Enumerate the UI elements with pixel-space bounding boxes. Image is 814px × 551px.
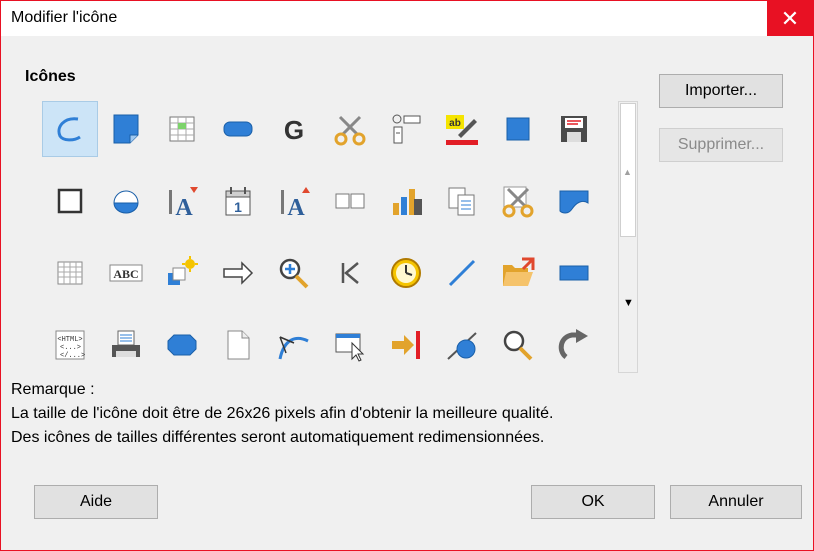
icon-grid-scrollbar[interactable]: ▲ ▼ bbox=[618, 101, 638, 373]
bezier-curve-icon[interactable] bbox=[266, 317, 322, 373]
bold-g-icon[interactable]: G bbox=[266, 101, 322, 157]
page-corner-icon[interactable] bbox=[98, 101, 154, 157]
right-arrow-icon[interactable] bbox=[210, 245, 266, 301]
two-pages-icon[interactable] bbox=[322, 173, 378, 229]
bar-chart-icon[interactable] bbox=[378, 173, 434, 229]
svg-text:A: A bbox=[175, 195, 193, 219]
blank-page-icon[interactable] bbox=[210, 317, 266, 373]
remark-line-2: Des icônes de tailles différentes seront… bbox=[11, 429, 545, 446]
window-title: Modifier l'icône bbox=[11, 9, 118, 26]
open-folder-icon[interactable] bbox=[490, 245, 546, 301]
svg-text:ab: ab bbox=[449, 118, 461, 129]
svg-text:ABC: ABC bbox=[113, 267, 138, 281]
html-source-icon[interactable]: <HTML> <...> </...> bbox=[42, 317, 98, 373]
printer-icon[interactable] bbox=[98, 317, 154, 373]
icon-grid: G ab A 1 A ABC <HTML> <...> </...> bbox=[42, 101, 602, 373]
ok-button[interactable]: OK bbox=[531, 485, 655, 519]
scissors-icon[interactable] bbox=[322, 101, 378, 157]
fontwork-a-down-icon[interactable]: A bbox=[154, 173, 210, 229]
rounded-rect-icon[interactable] bbox=[210, 101, 266, 157]
svg-text:1: 1 bbox=[234, 199, 242, 215]
abc-spellcheck-icon[interactable]: ABC bbox=[98, 245, 154, 301]
icons-section-label: Icônes bbox=[25, 68, 76, 85]
svg-text:</...>: </...> bbox=[60, 352, 85, 360]
sparkle-stack-icon[interactable] bbox=[154, 245, 210, 301]
remark-line-1: La taille de l'icône doit être de 26x26 … bbox=[11, 405, 554, 422]
dialog-body: Icônes G ab A 1 A ABC <HTML> <...> </...… bbox=[0, 36, 814, 551]
svg-text:A: A bbox=[287, 195, 305, 219]
square-outline-icon[interactable] bbox=[42, 173, 98, 229]
form-controls-icon[interactable] bbox=[378, 101, 434, 157]
ellipse-arc-icon[interactable] bbox=[42, 101, 98, 157]
scroll-up-arrow-icon[interactable]: ▲ bbox=[623, 167, 632, 177]
cut-scissors-icon[interactable] bbox=[490, 173, 546, 229]
help-button[interactable]: Aide bbox=[34, 485, 158, 519]
first-record-icon[interactable] bbox=[322, 245, 378, 301]
calendar-icon[interactable]: 1 bbox=[210, 173, 266, 229]
svg-text:<...>: <...> bbox=[60, 344, 81, 352]
remark-text: Remarque : La taille de l'icône doit êtr… bbox=[11, 378, 553, 450]
zoom-in-icon[interactable] bbox=[266, 245, 322, 301]
highlighter-icon[interactable]: ab bbox=[434, 101, 490, 157]
title-bar: Modifier l'icône ✕ bbox=[0, 0, 814, 37]
spreadsheet-table-icon[interactable] bbox=[154, 101, 210, 157]
diagonal-line-icon[interactable] bbox=[434, 245, 490, 301]
blue-octagon-icon[interactable] bbox=[154, 317, 210, 373]
blue-rectangle-icon[interactable] bbox=[546, 245, 602, 301]
svg-text:<HTML>: <HTML> bbox=[57, 336, 82, 344]
window-cursor-icon[interactable] bbox=[322, 317, 378, 373]
clock-icon[interactable] bbox=[378, 245, 434, 301]
circle-segment-icon[interactable] bbox=[98, 173, 154, 229]
delete-button[interactable]: Supprimer... bbox=[659, 128, 783, 162]
import-button[interactable]: Importer... bbox=[659, 74, 783, 108]
redo-curved-icon[interactable] bbox=[546, 317, 602, 373]
copy-document-icon[interactable] bbox=[434, 173, 490, 229]
magnifier-icon[interactable] bbox=[490, 317, 546, 373]
wave-shape-icon[interactable] bbox=[546, 173, 602, 229]
circle-line-icon[interactable] bbox=[434, 317, 490, 373]
svg-text:G: G bbox=[284, 115, 304, 145]
close-icon: ✕ bbox=[780, 6, 800, 31]
remark-heading: Remarque : bbox=[11, 381, 95, 398]
fontwork-a-up-icon[interactable]: A bbox=[266, 173, 322, 229]
close-button[interactable]: ✕ bbox=[767, 1, 813, 37]
arrow-to-bar-icon[interactable] bbox=[378, 317, 434, 373]
scroll-down-arrow-icon[interactable]: ▼ bbox=[623, 297, 634, 309]
blue-square-icon[interactable] bbox=[490, 101, 546, 157]
table-grid-icon[interactable] bbox=[42, 245, 98, 301]
floppy-save-icon[interactable] bbox=[546, 101, 602, 157]
cancel-button[interactable]: Annuler bbox=[670, 485, 802, 519]
